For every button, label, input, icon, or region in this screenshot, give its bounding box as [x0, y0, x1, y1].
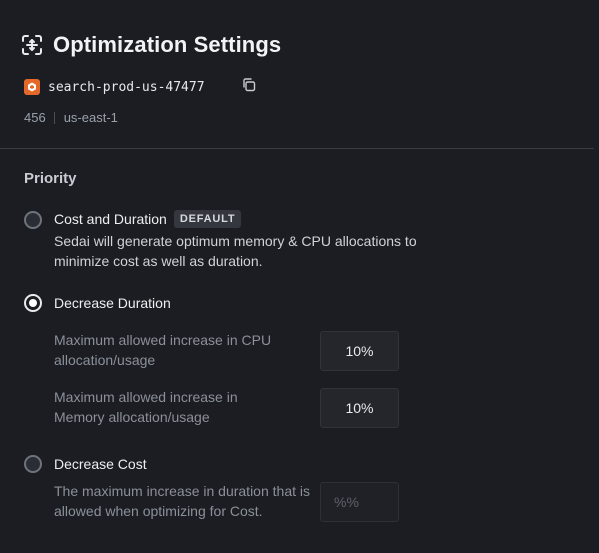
memory-increase-label: Maximum allowed increase in Memory alloc…	[54, 389, 238, 425]
memory-increase-input[interactable]: 10%	[320, 388, 399, 428]
option-label: Cost and Duration	[54, 211, 167, 227]
radio-decrease-duration[interactable]	[24, 294, 42, 312]
duration-increase-label: The maximum increase in duration that is…	[54, 483, 310, 519]
header: Optimization Settings	[20, 32, 281, 58]
resource-row: search-prod-us-47477	[24, 78, 256, 95]
resource-meta: 456 us-east-1	[24, 110, 118, 125]
cpu-increase-input[interactable]: 10%	[320, 331, 399, 371]
section-divider	[0, 148, 594, 149]
region: us-east-1	[63, 110, 118, 125]
optimization-settings-panel: Optimization Settings search-prod-us-474…	[0, 0, 599, 553]
radio-decrease-cost[interactable]	[24, 455, 42, 473]
option-description: Sedai will generate optimum memory & CPU…	[54, 233, 417, 269]
option-decrease-cost[interactable]: Decrease Cost	[24, 454, 147, 473]
option-decrease-duration[interactable]: Decrease Duration	[24, 293, 171, 312]
lambda-function-icon	[24, 79, 40, 95]
duration-increase-input[interactable]: %%	[320, 482, 399, 522]
account-id: 456	[24, 110, 46, 125]
resource-name: search-prod-us-47477	[48, 79, 205, 95]
page-title: Optimization Settings	[53, 32, 282, 57]
meta-divider	[53, 111, 55, 124]
option-cost-and-duration[interactable]: Cost and Duration DEFAULT Sedai will gen…	[24, 210, 424, 271]
copy-icon[interactable]	[241, 77, 259, 95]
option-label: Decrease Duration	[54, 294, 171, 311]
priority-section-title: Priority	[24, 170, 77, 187]
optimize-target-icon	[20, 33, 44, 57]
option-label: Decrease Cost	[54, 455, 147, 472]
cpu-increase-label: Maximum allowed increase in CPU allocati…	[54, 332, 272, 368]
default-badge: DEFAULT	[173, 210, 242, 228]
radio-cost-and-duration[interactable]	[24, 211, 42, 229]
